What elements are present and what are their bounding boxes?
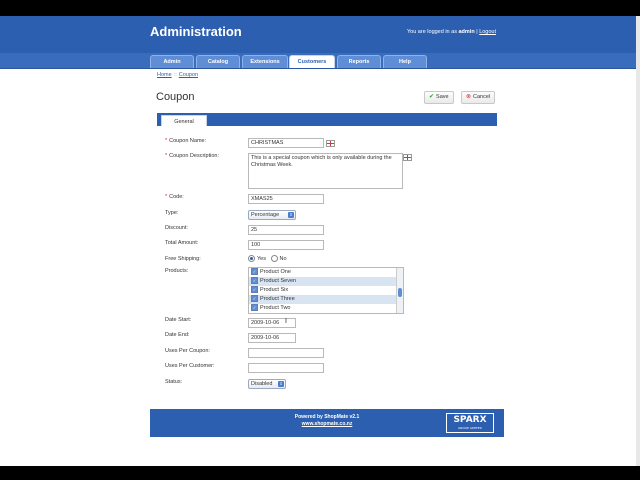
total-amount-input[interactable]: 100 (248, 240, 324, 250)
code-label-text: Code: (169, 194, 184, 200)
date-end-input[interactable]: 2009-10-06 (248, 333, 296, 343)
products-scrollbar[interactable] (396, 268, 403, 313)
product-item[interactable]: ✓ Product Two (249, 304, 403, 313)
code-label: * Code: (165, 194, 184, 200)
free-shipping-no-label: No (279, 255, 287, 262)
required-star: * (165, 138, 168, 144)
language-flag-icon (403, 154, 412, 161)
sparx-logo-text: SPARX (453, 415, 487, 425)
admin-header: Administration You are logged in as admi… (0, 16, 640, 53)
coupon-name-label: * Coupon Name: (165, 138, 206, 144)
browser-viewport: Administration You are logged in as admi… (0, 16, 640, 466)
products-label: Products: (165, 268, 189, 274)
status-label: Status: (165, 379, 183, 385)
date-start-label: Date Start: (165, 317, 192, 323)
cancel-label: Cancel (473, 94, 491, 100)
required-star: * (165, 194, 168, 200)
free-shipping-yes-radio[interactable] (248, 255, 255, 262)
checkbox-checked-icon[interactable]: ✓ (251, 286, 258, 294)
coupon-name-input[interactable]: CHRISTMAS (248, 138, 324, 148)
form-tab-bar (157, 113, 497, 126)
checkbox-checked-icon[interactable]: ✓ (251, 268, 258, 276)
product-item[interactable]: ✓ Product One (249, 268, 403, 277)
login-prefix: You are logged in as (407, 29, 457, 35)
tab-customers[interactable]: Customers (289, 55, 335, 68)
products-list[interactable]: ✓ Product One ✓ Product Seven ✓ Product Six… (248, 267, 404, 314)
checkbox-checked-icon[interactable]: ✓ (251, 277, 258, 285)
product-item[interactable]: ✓ Product Seven (249, 277, 403, 286)
sparx-logo: SPARX GROUP LIMITED (446, 413, 494, 433)
shopmate-link[interactable]: www.shopmate.co.nz (302, 421, 353, 427)
total-amount-label: Total Amount: (165, 240, 199, 246)
coupon-description-textarea[interactable]: This is a special coupon which is only a… (248, 153, 403, 189)
product-name: Product Six (260, 287, 289, 293)
coupon-name-label-text: Coupon Name: (169, 138, 207, 144)
scroll-thumb[interactable] (398, 288, 402, 297)
free-shipping-yes-label: Yes (257, 255, 266, 262)
breadcrumb-separator: :: (173, 72, 177, 78)
status-select-value: Disabled (251, 381, 273, 387)
sparx-logo-sub: GROUP LIMITED (458, 426, 482, 430)
date-start-input[interactable]: 2009-10-06 (248, 318, 296, 328)
main-nav: Admin Catalog Extensions Customers Repor… (0, 53, 640, 69)
save-label: Save (436, 94, 449, 100)
free-shipping-options: Yes No (248, 255, 287, 262)
uses-per-coupon-input[interactable] (248, 348, 324, 358)
checkbox-checked-icon[interactable]: ✓ (251, 295, 258, 303)
type-select-value: Percentage (251, 212, 280, 218)
tab-admin[interactable]: Admin (150, 55, 194, 68)
footer: Powered by ShopMate v2.1 www.shopmate.co… (150, 409, 504, 437)
product-item[interactable]: ✓ Product Six (249, 286, 403, 295)
save-button[interactable]: ✔ Save (424, 91, 454, 104)
login-info: You are logged in as admin | Logout (407, 29, 496, 35)
language-flag-icon (326, 140, 335, 147)
type-label: Type: (165, 210, 179, 216)
uses-per-customer-input[interactable] (248, 363, 324, 373)
tab-catalog[interactable]: Catalog (196, 55, 240, 68)
cancel-button[interactable]: ⊗ Cancel (461, 91, 496, 104)
tab-help[interactable]: Help (383, 55, 427, 68)
discount-input[interactable]: 25 (248, 225, 324, 235)
tab-reports[interactable]: Reports (337, 55, 381, 68)
app-title: Administration (150, 24, 242, 39)
product-item[interactable]: ✓ Product Three (249, 295, 403, 304)
checkmark-icon: ✔ (429, 94, 435, 100)
breadcrumb-current[interactable]: Coupon (179, 72, 198, 78)
text-cursor-icon: I (285, 318, 287, 325)
checkbox-checked-icon[interactable]: ✓ (251, 304, 258, 312)
discount-label: Discount: (165, 225, 188, 231)
free-shipping-label: Free Shipping: (165, 256, 201, 262)
product-name: Product Three (260, 296, 295, 302)
chevron-updown-icon: ⇕ (278, 381, 284, 387)
chevron-updown-icon: ⇕ (288, 212, 294, 218)
product-name: Product Seven (260, 278, 297, 284)
code-input[interactable]: XMAS25 (248, 194, 324, 204)
uses-per-coupon-label: Uses Per Coupon: (165, 348, 210, 354)
required-star: * (165, 153, 168, 159)
free-shipping-no-radio[interactable] (270, 255, 278, 262)
type-select[interactable]: Percentage ⇕ (248, 210, 296, 220)
breadcrumb: Home:: Coupon (157, 72, 198, 78)
tab-extensions[interactable]: Extensions (242, 55, 288, 68)
date-end-label: Date End: (165, 332, 190, 338)
logout-link[interactable]: Logout (479, 29, 496, 35)
logged-in-user: admin (458, 29, 475, 35)
breadcrumb-home[interactable]: Home (157, 72, 172, 78)
product-name: Product One (260, 269, 291, 275)
login-separator: | (476, 29, 478, 35)
coupon-description-label-text: Coupon Description: (169, 153, 219, 159)
status-select[interactable]: Disabled ⇕ (248, 379, 286, 389)
coupon-description-label: * Coupon Description: (165, 153, 219, 159)
uses-per-customer-label: Uses Per Customer: (165, 363, 215, 369)
cancel-icon: ⊗ (466, 94, 472, 100)
window-edge (636, 16, 640, 466)
page-title: Coupon (156, 91, 195, 103)
product-name: Product Two (260, 305, 291, 311)
